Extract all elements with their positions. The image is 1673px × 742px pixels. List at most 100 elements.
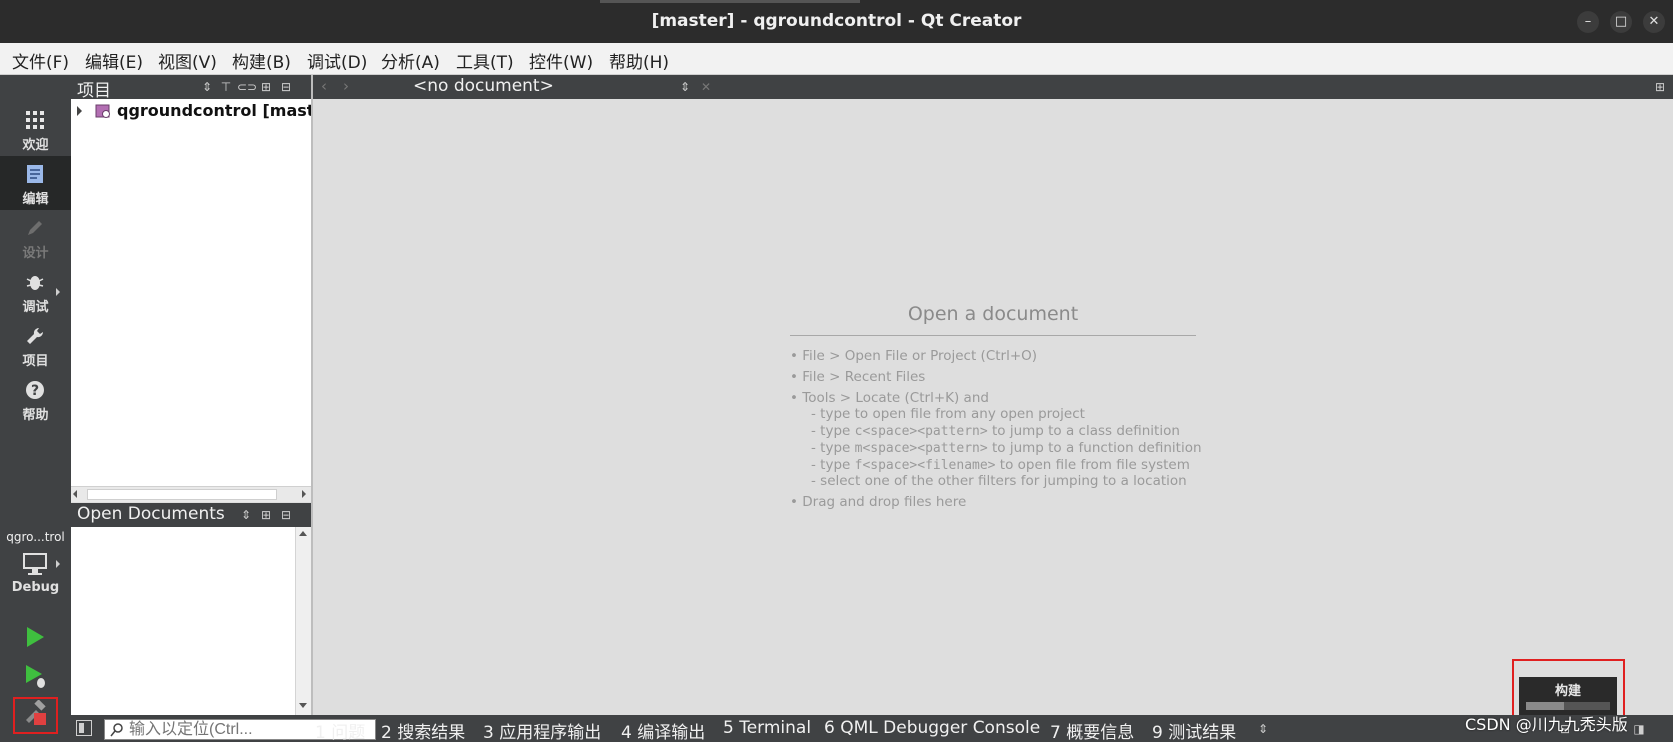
- close-panel-icon[interactable]: ⊟: [278, 507, 294, 523]
- menu-file[interactable]: 文件(F): [12, 48, 69, 73]
- toggle-right-sidebar-icon[interactable]: ◨: [1631, 721, 1647, 737]
- mode-bar: 欢迎 编辑 设计 调试 项目 ? 帮助 qgro...trol Debug: [0, 75, 71, 742]
- hint-prefix: - type: [811, 423, 855, 439]
- menu-view[interactable]: 视图(V): [158, 48, 217, 73]
- debug-run-button[interactable]: [23, 663, 49, 689]
- tree-item-label: qgroundcontrol [master]: [117, 101, 311, 120]
- hint-suffix: to jump to a function definition: [987, 440, 1202, 456]
- mode-projects-label: 项目: [22, 354, 49, 369]
- scroll-up-icon[interactable]: [299, 531, 307, 536]
- grid-icon: [26, 111, 44, 129]
- menu-build[interactable]: 构建(B): [232, 48, 291, 73]
- hint-suffix: to open file from file system: [995, 457, 1190, 473]
- hint-prefix: - type: [811, 457, 855, 473]
- open-documents-header: Open Documents ⇕ ⊞ ⊟: [71, 503, 311, 527]
- mode-help-label: 帮助: [22, 408, 49, 423]
- close-panel-icon[interactable]: ⊟: [278, 79, 294, 95]
- kit-selector[interactable]: Debug: [0, 550, 71, 600]
- hint-suffix: to jump to a class definition: [987, 423, 1180, 439]
- hint-divider: [790, 335, 1196, 336]
- editor-toolbar: ‹ › <no document> ⇕ ✕ ⊞: [313, 75, 1673, 99]
- tab-general-messages[interactable]: 7 概要信息: [1050, 718, 1134, 742]
- mode-debug[interactable]: 调试: [0, 264, 71, 318]
- scroll-right-icon[interactable]: [302, 490, 306, 498]
- view-select-icon[interactable]: ⇕: [238, 507, 254, 523]
- scroll-left-icon[interactable]: [73, 490, 77, 498]
- build-progress-label: 构建: [1554, 684, 1581, 699]
- chevron-right-icon: [56, 560, 60, 568]
- tab-application-output[interactable]: 3 应用程序输出: [483, 718, 601, 742]
- split-icon[interactable]: ⊞: [258, 507, 274, 523]
- mode-projects[interactable]: 项目: [0, 318, 71, 372]
- tab-search-results[interactable]: 2 搜索结果: [381, 718, 465, 742]
- projects-panel-header: 项目 ⇕ ⊤ ⊂⊃ ⊞ ⊟: [71, 75, 311, 101]
- vertical-scrollbar[interactable]: [295, 527, 311, 715]
- hint-file-open: - type f<space><filename> to open file f…: [811, 457, 1190, 473]
- build-progress-fill: [1526, 702, 1564, 710]
- hint-select-filter: - select one of the other filters for ju…: [811, 473, 1187, 489]
- hint-class-jump: - type c<space><pattern> to jump to a cl…: [811, 423, 1180, 439]
- menu-help[interactable]: 帮助(H): [609, 48, 669, 73]
- link-icon[interactable]: ⊂⊃: [237, 79, 257, 95]
- scroll-thumb[interactable]: [87, 489, 277, 500]
- menu-debug[interactable]: 调试(D): [307, 48, 367, 73]
- bug-icon: [26, 276, 44, 290]
- tab-test-results[interactable]: 9 测试结果: [1152, 718, 1236, 742]
- mode-welcome-label: 欢迎: [22, 138, 49, 153]
- hint-locate: • Tools > Locate (Ctrl+K) and: [790, 390, 989, 406]
- tree-item-qgroundcontrol[interactable]: qgroundcontrol [master]: [71, 101, 311, 121]
- hint-prefix: - type: [811, 440, 855, 456]
- title-bar: [master] - qgroundcontrol - Qt Creator –…: [0, 0, 1673, 43]
- mode-design[interactable]: 设计: [0, 210, 71, 264]
- mode-edit-label: 编辑: [22, 192, 49, 207]
- wrench-icon: [27, 327, 44, 344]
- tab-terminal[interactable]: 5 Terminal: [723, 718, 811, 738]
- more-panes-icon[interactable]: ⇕: [1255, 721, 1271, 737]
- toggle-sidebar-icon[interactable]: [76, 720, 92, 736]
- expand-arrow-icon[interactable]: [77, 106, 82, 116]
- mode-edit[interactable]: 编辑: [0, 156, 71, 210]
- view-select-icon[interactable]: ⇕: [199, 79, 215, 95]
- back-icon[interactable]: ‹: [321, 77, 327, 95]
- hint-code: f<space><filename>: [854, 458, 996, 473]
- open-documents-list[interactable]: [71, 527, 295, 715]
- hint-type-open: - type to open file from any open projec…: [811, 406, 1085, 422]
- menu-widgets[interactable]: 控件(W): [529, 48, 593, 73]
- monitor-icon: [23, 553, 47, 575]
- tab-qml-debugger-console[interactable]: 6 QML Debugger Console: [824, 718, 1040, 738]
- close-button[interactable]: ✕: [1643, 11, 1665, 33]
- menu-analyze[interactable]: 分析(A): [381, 48, 440, 73]
- document-icon: [27, 165, 43, 183]
- title-bar-accent: [600, 0, 860, 3]
- document-combo[interactable]: <no document>: [413, 76, 554, 96]
- minimize-button[interactable]: –: [1577, 11, 1599, 33]
- split-icon[interactable]: ⊞: [258, 79, 274, 95]
- kit-project-name: qgro...trol: [6, 530, 65, 544]
- menu-bar: 文件(F) 编辑(E) 视图(V) 构建(B) 调试(D) 分析(A) 工具(T…: [0, 43, 1673, 75]
- forward-icon[interactable]: ›: [343, 77, 349, 95]
- mode-welcome[interactable]: 欢迎: [0, 102, 71, 156]
- tab-compile-output[interactable]: 4 编译输出: [621, 718, 705, 742]
- close-document-icon[interactable]: ✕: [698, 79, 714, 95]
- filter-icon[interactable]: ⊤: [218, 79, 234, 95]
- hint-function-jump: - type m<space><pattern> to jump to a fu…: [811, 440, 1202, 456]
- project-tree: qgroundcontrol [master]: [71, 99, 311, 486]
- menu-tools[interactable]: 工具(T): [456, 48, 514, 73]
- tab-issues[interactable]: 1 问题: [315, 718, 365, 742]
- menu-edit[interactable]: 编辑(E): [85, 48, 143, 73]
- watermark: CSDN @川九九秃头版: [1465, 715, 1628, 734]
- horizontal-scrollbar[interactable]: [71, 486, 311, 502]
- run-button[interactable]: [23, 625, 47, 649]
- status-bar: 1 问题 2 搜索结果 3 应用程序输出 4 编译输出 5 Terminal 6…: [71, 715, 1673, 742]
- mode-help[interactable]: ? 帮助: [0, 372, 71, 426]
- build-button-highlight: [13, 697, 58, 734]
- mode-design-label: 设计: [22, 246, 49, 261]
- hint-recent-files: • File > Recent Files: [790, 369, 926, 385]
- build-progress-track: [1526, 702, 1610, 710]
- split-editor-icon[interactable]: ⊞: [1652, 79, 1668, 95]
- combo-arrows-icon[interactable]: ⇕: [677, 79, 693, 95]
- project-icon: [95, 104, 110, 118]
- maximize-button[interactable]: □: [1610, 11, 1632, 33]
- chevron-right-icon: [56, 288, 60, 296]
- scroll-down-icon[interactable]: [299, 703, 307, 708]
